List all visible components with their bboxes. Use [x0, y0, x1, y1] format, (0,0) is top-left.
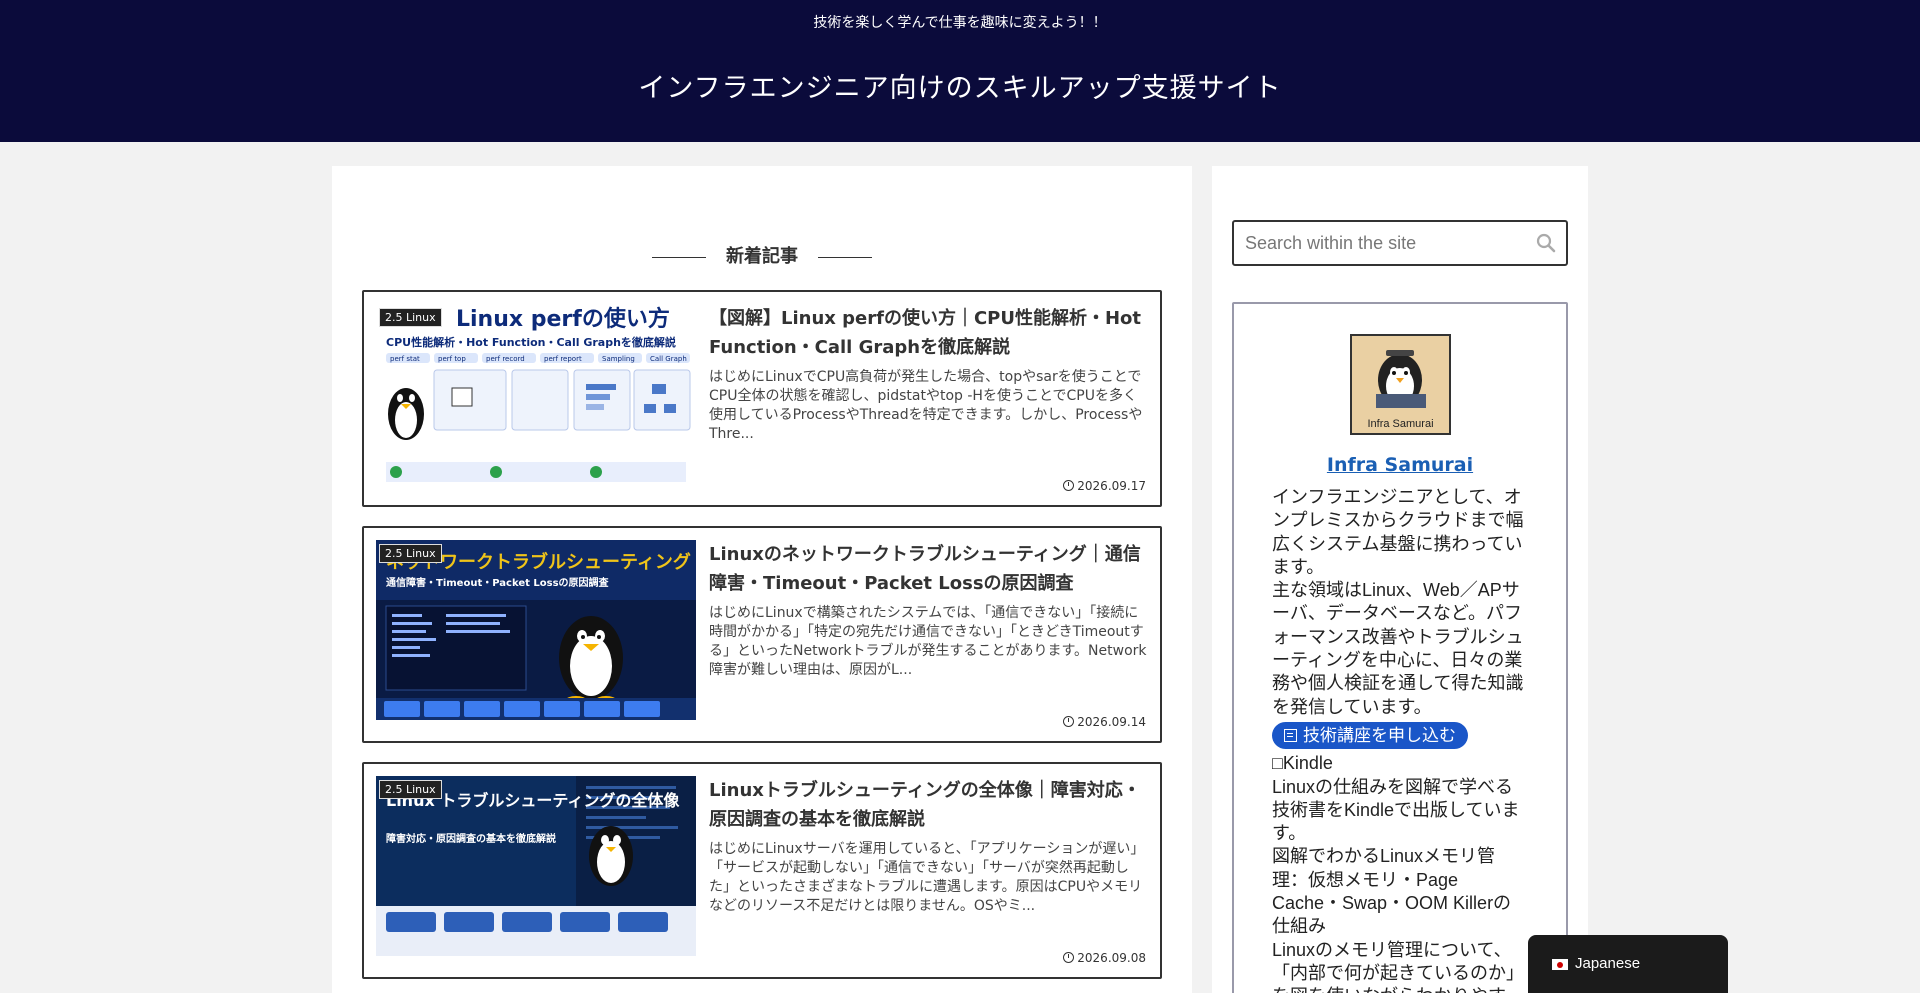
search-input[interactable] [1234, 222, 1566, 264]
article-card[interactable]: 2.5 Linux ネットワークトラブルシューティング 通信障害・Timeout… [362, 526, 1162, 743]
book-title: 図解でわかるLinuxメモリ管理：仮想メモリ・Page Cache・Swap・O… [1272, 846, 1512, 937]
site-tagline: 技術を楽しく学んで仕事を趣味に変えよう！！ [813, 15, 1107, 31]
clock-icon [1063, 480, 1075, 491]
article-snippet: はじめにLinuxでCPU高負荷が発生した場合、topやsarを使うことでCPU… [709, 369, 1143, 442]
thumb-title: Linux perfの使い方 [456, 306, 670, 332]
apply-course-label: 技術講座を申し込む [1303, 725, 1456, 745]
book-icon [1284, 728, 1297, 742]
category-label: 2.5 Linux [379, 308, 442, 327]
category-label: 2.5 Linux [379, 544, 442, 563]
main-content: 新着記事 2.5 Linux Linux perfの使い方 CPU性能解析・Ho… [332, 166, 1192, 993]
perf-thumbnail-image: Linux perfの使い方 CPU性能解析・Hot Function・Call… [376, 304, 696, 484]
thumb-tag: perf record [486, 355, 525, 363]
article-title[interactable]: Linuxトラブルシューティングの全体像｜障害対応・原因調査の基本を徹底解説 [709, 776, 1149, 834]
article-title[interactable]: 【図解】Linux perfの使い方｜CPU性能解析・Hot Function・… [709, 304, 1149, 362]
author-name-link[interactable]: Infra Samurai [1234, 454, 1566, 476]
article-title[interactable]: Linuxのネットワークトラブルシューティング｜通信障害・Timeout・Pac… [709, 540, 1149, 598]
article-date-text: 2026.09.17 [1077, 479, 1146, 493]
thumb-tag: perf stat [390, 355, 420, 363]
article-date: 2026.09.08 [1063, 951, 1146, 965]
apply-course-button[interactable]: 技術講座を申し込む [1272, 721, 1468, 750]
avatar: Infra Samurai [1350, 334, 1451, 435]
site-header: 技術を楽しく学んで仕事を趣味に変えよう！！ インフラエンジニア向けのスキルアップ… [0, 0, 1920, 142]
samurai-penguin-avatar: Infra Samurai [1352, 336, 1449, 433]
thumb-subtitle: 通信障害・Timeout・Packet Lossの原因調査 [386, 576, 610, 589]
kindle-text: Linuxの仕組みを図解で学べる技術書をKindleで出版しています。 [1272, 776, 1520, 844]
sidebar: Infra Samurai Infra Samurai インフラエンジニアとして… [1212, 166, 1588, 993]
thumb-tag: perf report [544, 355, 582, 363]
article-date: 2026.09.14 [1063, 715, 1146, 729]
network-thumbnail-image: ネットワークトラブルシューティング 通信障害・Timeout・Packet Lo… [376, 540, 696, 720]
profile-widget: Infra Samurai Infra Samurai インフラエンジニアとして… [1232, 302, 1568, 993]
search-icon[interactable] [1536, 233, 1556, 253]
article-date-text: 2026.09.08 [1077, 951, 1146, 965]
article-card[interactable]: 2.5 Linux Linux perfの使い方 CPU性能解析・Hot Fun… [362, 290, 1162, 507]
category-label: 2.5 Linux [379, 780, 442, 799]
article-thumbnail[interactable]: 2.5 Linux Linux perfの使い方 CPU性能解析・Hot Fun… [376, 304, 696, 484]
article-snippet: はじめにLinuxで構築されたシステムでは、「通信できない」「接続に時間がかかる… [709, 605, 1147, 678]
section-heading: 新着記事 [332, 242, 1192, 268]
troubleshooting-thumbnail-image: Linux トラブルシューティングの全体像 障害対応・原因調査の基本を徹底解説 [376, 776, 696, 956]
section-heading-text: 新着記事 [726, 246, 798, 267]
article-thumbnail[interactable]: 2.5 Linux Linux トラブルシューティングの全体像 障害対応・原因調… [376, 776, 696, 956]
language-switcher[interactable]: Japanese [1528, 935, 1728, 993]
site-title-link[interactable]: インフラエンジニア向けのスキルアップ支援サイト [0, 66, 1920, 105]
thumb-subtitle: 障害対応・原因調査の基本を徹底解説 [386, 832, 556, 845]
language-label: Japanese [1575, 955, 1641, 972]
article-date: 2026.09.17 [1063, 479, 1146, 493]
clock-icon [1063, 716, 1075, 727]
book-description: Linuxのメモリ管理について、「内部で何が起きているのか」を図を使いながらわか… [1272, 939, 1524, 993]
bio-paragraph: 主な領域はLinux、Web／APサーバ、データベースなど。パフォーマンス改善や… [1272, 580, 1524, 717]
clock-icon [1063, 952, 1075, 963]
article-snippet: はじめにLinuxサーバを運用していると、「アプリケーションが遅い」「サービスが… [709, 841, 1145, 914]
bio-paragraph: インフラエンジニアとして、オンプレミスからクラウドまで幅広くシステム基盤に携わっ… [1272, 487, 1524, 577]
thumb-tag: perf top [438, 355, 466, 363]
article-card[interactable]: 2.5 Linux Linux トラブルシューティングの全体像 障害対応・原因調… [362, 762, 1162, 979]
thumb-tag: Sampling [602, 355, 635, 363]
heading-rule-left [652, 256, 706, 258]
author-bio: インフラエンジニアとして、オンプレミスからクラウドまで幅広くシステム基盤に携わっ… [1272, 486, 1524, 993]
kindle-heading: □Kindle [1272, 753, 1333, 774]
thumb-subtitle: CPU性能解析・Hot Function・Call Graphを徹底解説 [386, 335, 676, 349]
thumb-tag: Call Graph [650, 355, 687, 363]
article-date-text: 2026.09.14 [1077, 715, 1146, 729]
article-thumbnail[interactable]: 2.5 Linux ネットワークトラブルシューティング 通信障害・Timeout… [376, 540, 696, 720]
avatar-caption: Infra Samurai [1367, 418, 1433, 430]
heading-rule-right [818, 256, 872, 258]
japan-flag-icon [1552, 959, 1568, 970]
site-search [1232, 220, 1568, 266]
